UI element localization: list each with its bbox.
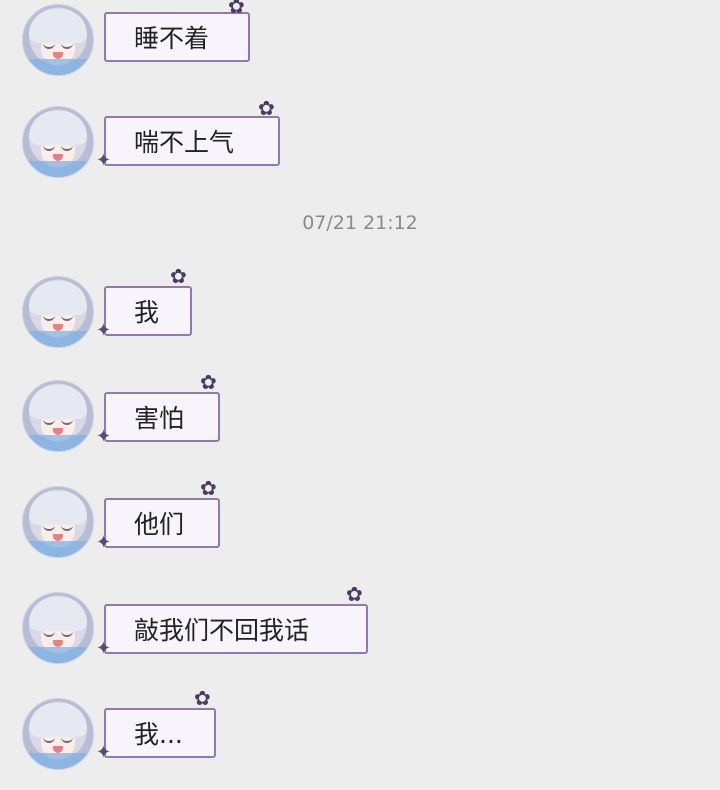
message-text: 害怕 <box>134 404 185 433</box>
cat-sticker-icon: ✿ <box>200 370 217 394</box>
chat-message: 他们 ✦ ✿ <box>0 476 720 566</box>
chat-message: 喘不上气 ✦ ✿ <box>0 96 720 186</box>
chat-message: 我... ✦ ✿ <box>0 686 720 778</box>
chat-message: 害怕 ✦ ✿ <box>0 370 720 460</box>
message-bubble[interactable]: 喘不上气 <box>104 116 280 166</box>
star-sticker-icon: ✦ <box>96 532 112 553</box>
message-bubble[interactable]: 睡不着 <box>104 12 250 62</box>
message-bubble[interactable]: 我 <box>104 286 192 336</box>
message-text: 敲我们不回我话 <box>134 616 310 645</box>
cat-sticker-icon: ✿ <box>194 686 211 710</box>
message-bubble[interactable]: 敲我们不回我话 <box>104 604 368 654</box>
avatar[interactable] <box>22 486 94 558</box>
star-sticker-icon: ✦ <box>96 426 112 447</box>
star-sticker-icon: ✦ <box>96 320 112 341</box>
message-bubble[interactable]: 害怕 <box>104 392 220 442</box>
star-sticker-icon: ✦ <box>96 638 112 659</box>
chat-message: 敲我们不回我话 ✦ ✿ <box>0 582 720 672</box>
cat-sticker-icon: ✿ <box>200 476 217 500</box>
message-text: 我... <box>134 720 183 749</box>
cat-sticker-icon: ✿ <box>170 264 187 288</box>
star-sticker-icon: ✦ <box>96 742 112 763</box>
avatar[interactable] <box>22 276 94 348</box>
message-bubble[interactable]: 我... <box>104 708 216 758</box>
avatar[interactable] <box>22 4 94 76</box>
avatar[interactable] <box>22 106 94 178</box>
cat-sticker-icon: ✿ <box>346 582 363 606</box>
timestamp: 07/21 21:12 <box>302 212 418 234</box>
avatar[interactable] <box>22 592 94 664</box>
chat-message: 我 ✦ ✿ <box>0 264 720 356</box>
cat-sticker-icon: ✿ <box>258 96 275 120</box>
message-text: 他们 <box>134 510 185 539</box>
message-bubble[interactable]: 他们 <box>104 498 220 548</box>
star-sticker-icon: ✦ <box>96 150 112 171</box>
message-text: 我 <box>134 298 160 327</box>
message-text: 睡不着 <box>134 24 210 53</box>
cat-sticker-icon: ✿ <box>228 0 245 18</box>
avatar[interactable] <box>22 380 94 452</box>
chat-message: 睡不着 ✿ <box>0 0 720 84</box>
message-text: 喘不上气 <box>134 128 235 157</box>
avatar[interactable] <box>22 698 94 770</box>
